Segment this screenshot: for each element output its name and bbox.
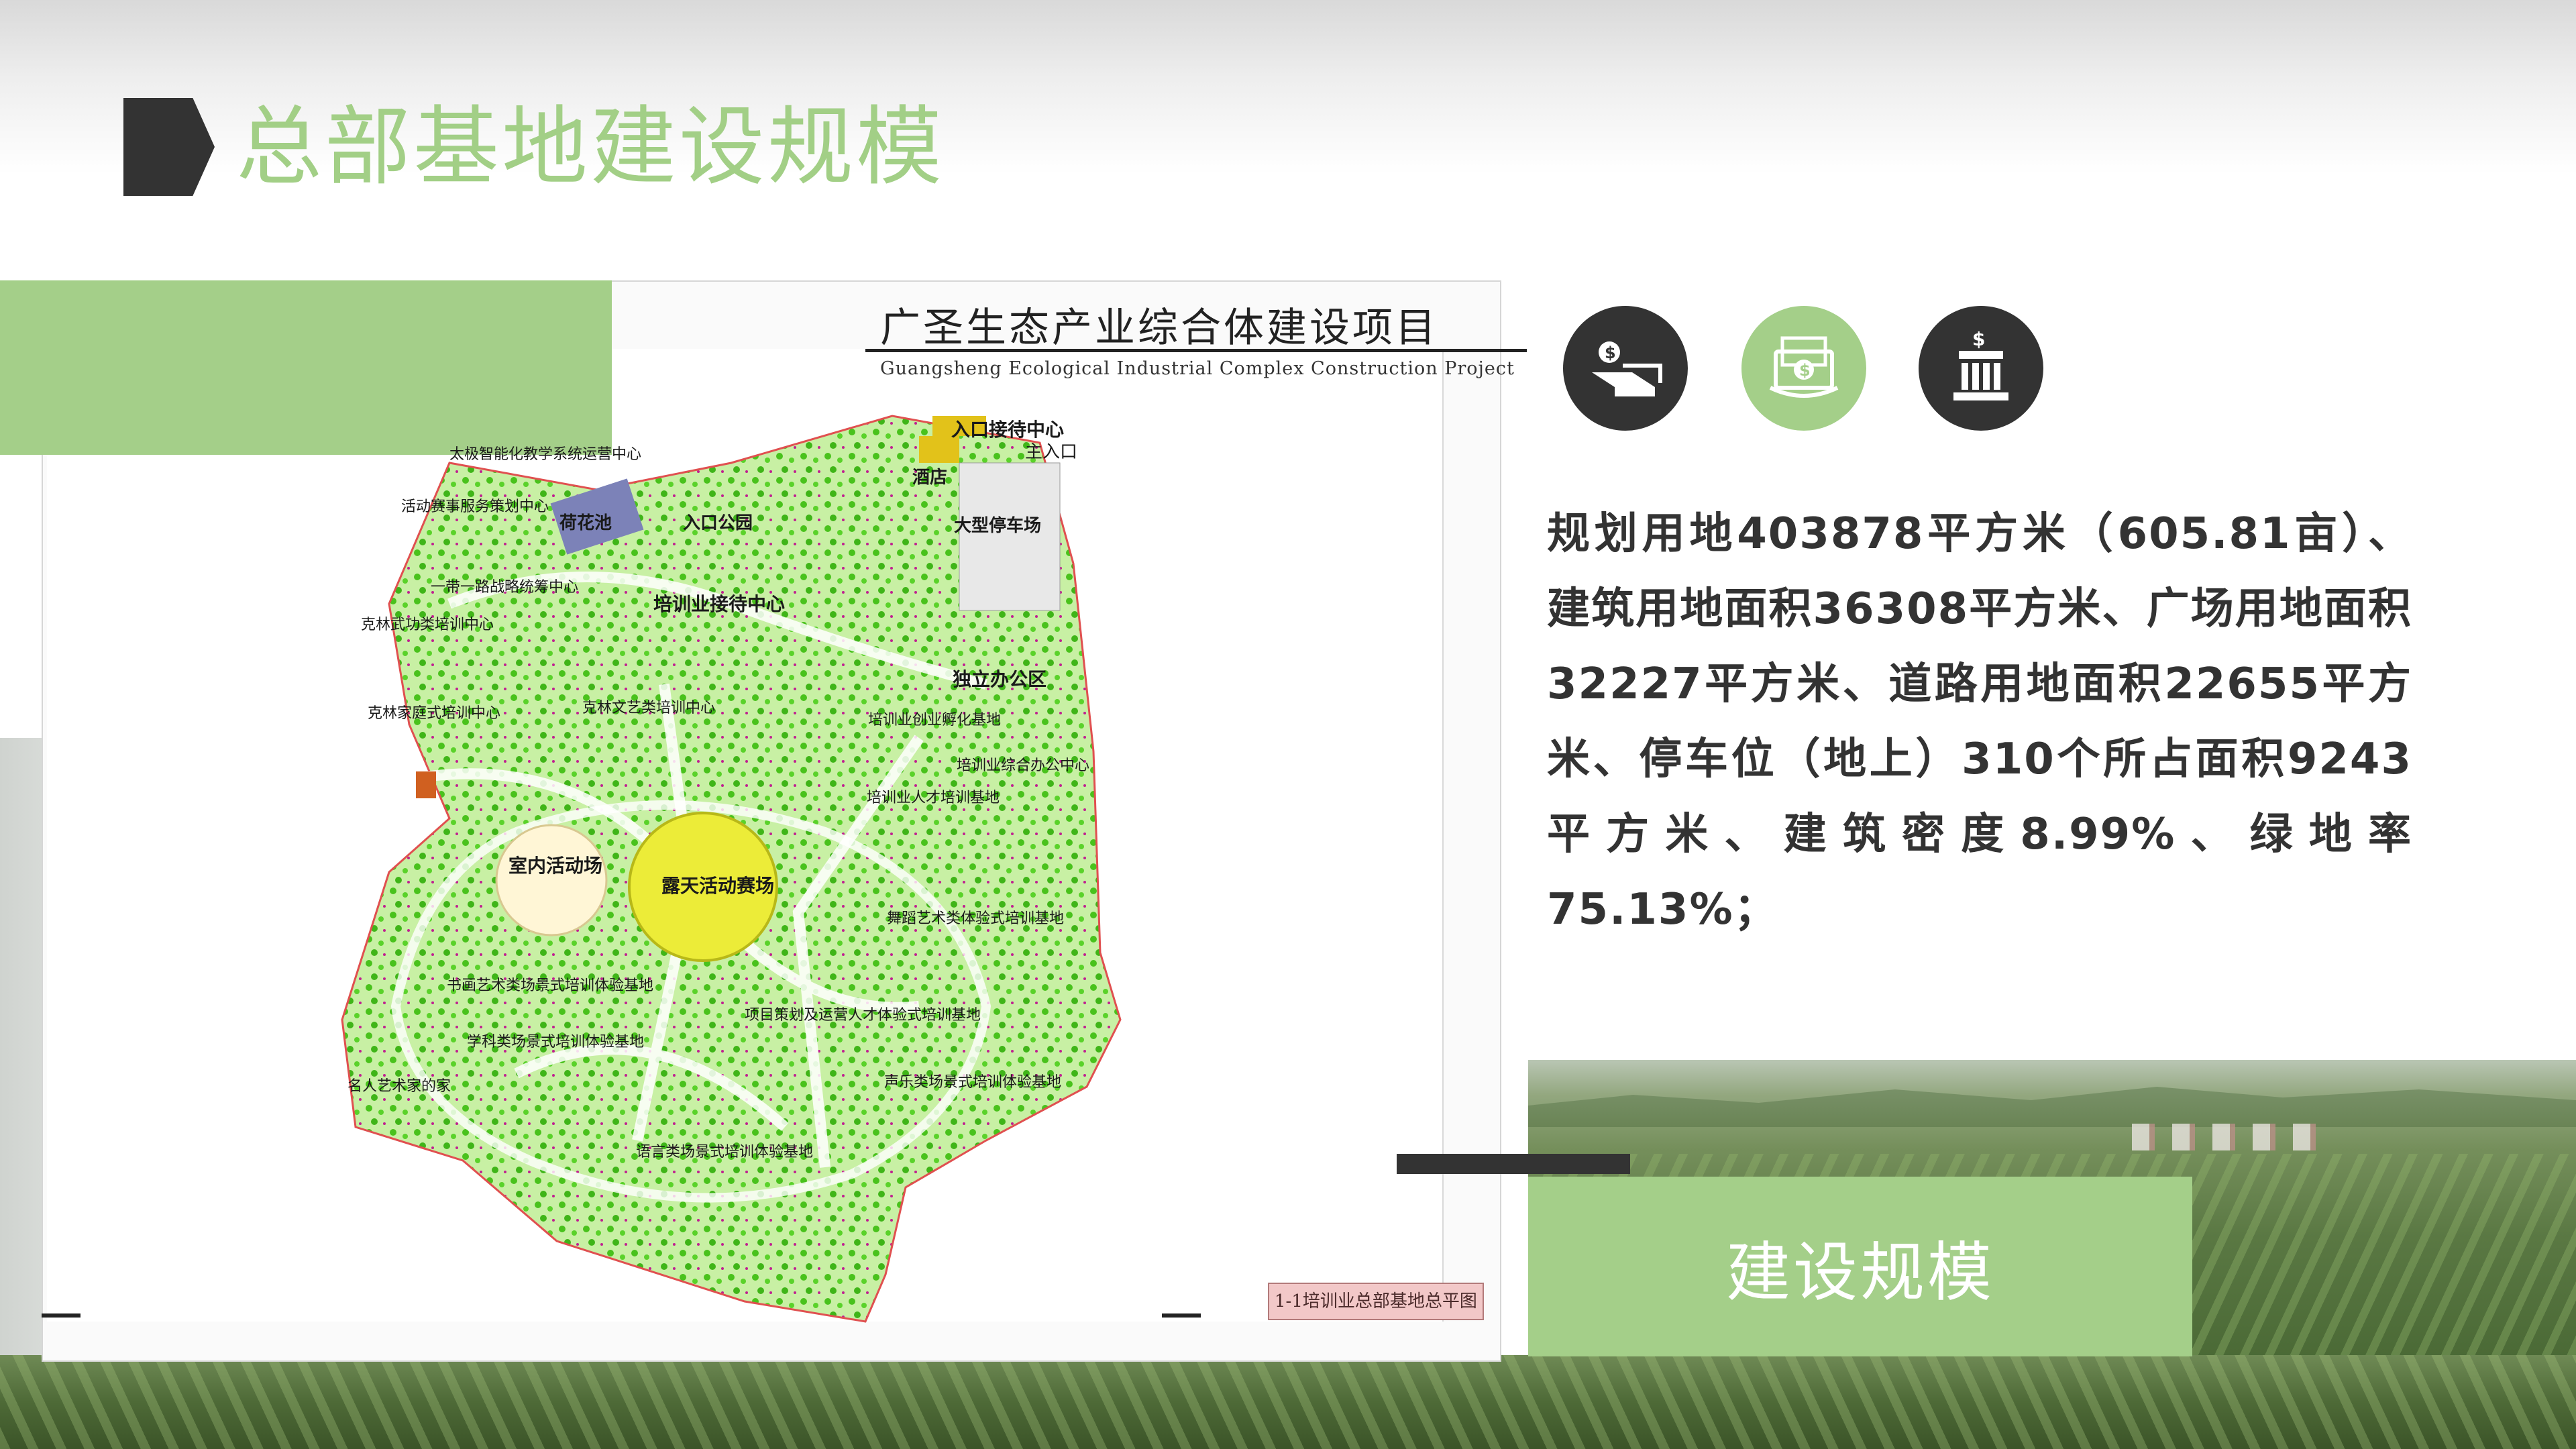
map-label-dance-base: 舞蹈艺术类体验式培训基地 — [887, 910, 1064, 927]
divider-bar — [1397, 1154, 1630, 1174]
map-label-kungfu: 克林武功类培训中心 — [361, 616, 494, 633]
map-label-language-base: 语言类场景式培训体验基地 — [636, 1144, 813, 1161]
label-box-text: 建设规模 — [1726, 1234, 1994, 1310]
page-title: 总部基地建设规模 — [236, 97, 945, 197]
bank-building-icon: $ — [1919, 306, 2043, 431]
map-label-family-training: 克林家庭式培训中心 — [368, 705, 500, 722]
map-label-event-planning: 活动赛事服务策划中心 — [401, 498, 549, 515]
map-label-indoor-venue: 室内活动场 — [508, 855, 602, 877]
map-label-celebrity-home: 名人艺术家的家 — [347, 1078, 451, 1095]
parking-lot-shape — [959, 462, 1061, 611]
map-label-science-base: 学科类场景式培训体验基地 — [467, 1034, 644, 1051]
map-label-complex-office: 培训业综合办公中心 — [957, 757, 1089, 774]
scale-description: 规划用地403878平方米（605.81亩）、建筑用地面积36308平方米、广场… — [1547, 509, 2412, 934]
map-label-vocal-base: 声乐类场景式培训体验基地 — [884, 1074, 1061, 1091]
map-label-taiji: 太极智能化教学系统运营中心 — [449, 446, 641, 463]
plan-caption: 1-1培训业总部基地总平图 — [1268, 1283, 1484, 1320]
map-label-training-reception: 培训业接待中心 — [653, 593, 785, 615]
svg-text:$: $ — [1972, 328, 1985, 350]
label-box: 建设规模 — [1528, 1177, 2192, 1356]
map-label-lotus-pond: 荷花池 — [559, 513, 612, 533]
svg-text:$: $ — [1605, 343, 1616, 362]
map-label-art-training: 克林文艺类培训中心 — [582, 700, 715, 716]
map-label-incubation: 培训业创业孵化基地 — [868, 712, 1001, 729]
scale-bar — [42, 1313, 80, 1318]
map-label-belt-road: 一带一路战略统筹中心 — [431, 579, 578, 596]
orange-marker — [416, 771, 436, 798]
map-label-main-entrance: 主入口 — [1025, 442, 1077, 462]
map-label-parking: 大型停车场 — [954, 515, 1041, 536]
map-label-independent-office: 独立办公区 — [953, 668, 1046, 690]
map-label-talent-base: 培训业人才培训基地 — [867, 790, 1000, 806]
site-plan-map: 入口接待中心 主入口 酒店 太极智能化教学系统运营中心 活动赛事服务策划中心 荷… — [341, 415, 1122, 1323]
map-label-entrance-reception: 入口接待中心 — [951, 419, 1064, 441]
money-bill-icon: $ — [1741, 306, 1866, 431]
plan-title-rule — [865, 349, 1527, 352]
fern-background — [0, 1355, 2576, 1449]
map-label-outdoor-arena: 露天活动赛场 — [661, 875, 774, 897]
indoor-venue-disc — [495, 824, 608, 936]
scale-bar — [1162, 1313, 1201, 1318]
money-transfer-icon: $ — [1563, 306, 1688, 431]
svg-text:$: $ — [1799, 361, 1811, 380]
map-label-project-planning: 项目策划及运营人才体验式培训基地 — [745, 1007, 981, 1024]
map-label-hotel: 酒店 — [912, 468, 947, 488]
map-label-painting-base: 书画艺术类场景式培训体验基地 — [447, 977, 653, 994]
plan-title: 广圣生态产业综合体建设项目 — [880, 305, 1438, 352]
map-label-entrance-park: 入口公园 — [683, 513, 753, 533]
plan-subtitle: Guangsheng Ecological Industrial Complex… — [880, 358, 1515, 379]
